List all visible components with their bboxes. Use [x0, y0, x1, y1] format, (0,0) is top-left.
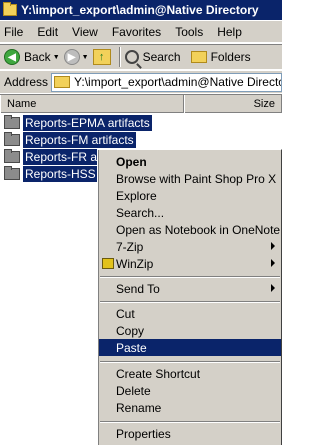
winzip-icon: [102, 258, 114, 269]
menu-item-onenote[interactable]: Open as Notebook in OneNote: [99, 221, 281, 238]
back-label: Back: [24, 50, 51, 64]
menu-item-delete[interactable]: Delete: [99, 382, 281, 399]
menu-item-7zip[interactable]: 7-Zip: [99, 238, 281, 255]
search-icon: [124, 50, 139, 64]
menu-separator: [100, 276, 280, 278]
menu-item-copy[interactable]: Copy: [99, 322, 281, 339]
back-arrow-icon: ◀: [4, 49, 20, 65]
menu-item-cut[interactable]: Cut: [99, 305, 281, 322]
menu-item-explore[interactable]: Explore: [99, 187, 281, 204]
submenu-arrow-icon: [271, 284, 275, 292]
menu-file[interactable]: File: [4, 25, 23, 39]
menu-tools[interactable]: Tools: [175, 25, 203, 39]
address-bar: Address Y:\import_export\admin@Native Di…: [0, 71, 282, 93]
list-item[interactable]: Reports-FM artifacts: [4, 132, 136, 148]
context-menu: Open Browse with Paint Shop Pro X Explor…: [97, 149, 282, 445]
menu-bar: File Edit View Favorites Tools Help: [0, 21, 282, 43]
search-button[interactable]: Search: [124, 46, 181, 68]
up-button[interactable]: ↑: [92, 46, 111, 68]
folder-icon: [3, 2, 17, 16]
submenu-arrow-icon: [271, 242, 275, 250]
toolbar-separator: [118, 47, 121, 67]
menu-favorites[interactable]: Favorites: [112, 25, 161, 39]
chevron-down-icon[interactable]: ▼: [53, 54, 60, 61]
menu-item-send-to[interactable]: Send To: [99, 280, 281, 297]
column-header: Name Size: [0, 95, 282, 113]
menu-item-properties[interactable]: Properties: [99, 425, 281, 442]
search-label: Search: [142, 50, 181, 64]
menu-edit[interactable]: Edit: [37, 25, 58, 39]
menu-item-open[interactable]: Open: [99, 153, 281, 170]
menu-item-winzip[interactable]: WinZip: [99, 255, 281, 272]
list-item[interactable]: Reports-EPMA artifacts: [4, 115, 152, 131]
column-size[interactable]: Size: [184, 95, 282, 113]
menu-item-send-to-label: Send To: [116, 281, 160, 296]
folder-icon: [4, 166, 20, 180]
chevron-down-icon[interactable]: ▼: [82, 54, 89, 61]
menu-item-rename[interactable]: Rename: [99, 399, 281, 416]
menu-item-create-shortcut[interactable]: Create Shortcut: [99, 365, 281, 382]
folders-button[interactable]: Folders: [190, 46, 251, 68]
menu-separator: [100, 421, 280, 423]
window-title: Y:\import_export\admin@Native Directory: [21, 3, 259, 17]
folders-label: Folders: [210, 50, 251, 64]
file-name: Reports-EPMA artifacts: [23, 115, 152, 131]
submenu-arrow-icon: [271, 259, 275, 267]
menu-view[interactable]: View: [72, 25, 98, 39]
toolbar: ◀ Back ▼ ▶ ▼ ↑ Search Folders: [0, 44, 282, 70]
file-name: Reports-FM artifacts: [23, 132, 136, 148]
menu-separator: [100, 361, 280, 363]
folder-icon: [54, 76, 71, 88]
menu-item-search[interactable]: Search...: [99, 204, 281, 221]
menu-item-winzip-label: WinZip: [116, 256, 154, 271]
folder-icon: [4, 132, 20, 146]
folders-icon: [190, 51, 207, 63]
address-label: Address: [4, 75, 49, 89]
menu-item-7zip-label: 7-Zip: [116, 239, 144, 254]
column-name[interactable]: Name: [0, 95, 184, 113]
folder-up-icon: ↑: [92, 49, 111, 65]
menu-item-browse-paint-shop[interactable]: Browse with Paint Shop Pro X: [99, 170, 281, 187]
back-button[interactable]: ◀ Back ▼: [4, 46, 60, 68]
forward-arrow-icon: ▶: [63, 49, 80, 65]
menu-item-paste[interactable]: Paste: [99, 339, 281, 356]
menu-separator: [100, 301, 280, 303]
address-value: Y:\import_export\admin@Native Directory: [74, 75, 282, 89]
forward-button[interactable]: ▶ ▼: [63, 46, 89, 68]
address-field[interactable]: Y:\import_export\admin@Native Directory: [51, 72, 282, 92]
title-bar: Y:\import_export\admin@Native Directory: [0, 0, 282, 20]
menu-help[interactable]: Help: [217, 25, 242, 39]
folder-icon: [4, 149, 20, 163]
folder-icon: [4, 115, 20, 129]
